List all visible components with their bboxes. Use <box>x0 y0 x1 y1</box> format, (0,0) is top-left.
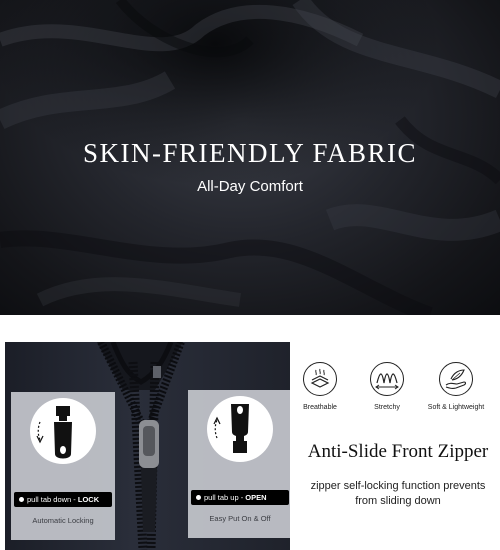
feature-soft-lightweight: Soft & Lightweight <box>421 362 491 411</box>
open-state-text: OPEN <box>245 493 267 502</box>
feature-label: Stretchy <box>374 404 400 411</box>
hero-subtitle: All-Day Comfort <box>197 178 303 195</box>
open-caption: Easy Put On & Off <box>209 514 271 523</box>
hero-title: SKIN-FRIENDLY FABRIC <box>82 138 418 168</box>
zipper-photo-panel: pull tab down - LOCK Automatic Locking p… <box>5 342 290 550</box>
feature-label: Soft & Lightweight <box>427 404 485 411</box>
zipper-tab-up-icon <box>213 404 249 453</box>
open-instruction-pill: pull tab up - OPEN <box>191 490 289 505</box>
lock-state-text: LOCK <box>77 495 100 504</box>
stretch-wave-icon <box>375 373 399 390</box>
zipper-tab-down-icon <box>36 406 72 459</box>
zipper-section-description: zipper self-locking function prevents fr… <box>300 479 496 509</box>
stretchy-icon-ring <box>370 362 404 396</box>
bullet-icon <box>196 495 201 500</box>
fabric-hero-banner: SKIN-FRIENDLY FABRIC All-Day Comfort <box>0 0 500 315</box>
breathable-icon-ring <box>303 362 337 396</box>
open-icon-circle <box>207 396 273 462</box>
open-action-text: pull tab up - <box>204 493 246 502</box>
lock-instruction-pill: pull tab down - LOCK <box>14 492 112 507</box>
soft-icon-ring <box>439 362 473 396</box>
feather-hand-icon <box>445 369 467 389</box>
description-line: zipper self-locking function prevents <box>310 480 486 492</box>
open-card: pull tab up - OPEN Easy Put On & Off <box>188 390 290 538</box>
zipper-section-title: Anti-Slide Front Zipper <box>307 441 489 462</box>
feature-label: Breathable <box>303 404 337 411</box>
bullet-icon <box>19 497 24 502</box>
lock-caption: Automatic Locking <box>32 516 94 525</box>
feature-stretchy: Stretchy <box>352 362 422 411</box>
lock-icon-circle <box>30 398 96 464</box>
description-line: from sliding down <box>355 495 441 507</box>
breathable-layers-icon <box>310 368 330 388</box>
lock-action-text: pull tab down - <box>27 495 78 504</box>
product-page: SKIN-FRIENDLY FABRIC All-Day Comfort pul… <box>0 0 500 550</box>
feature-breathable: Breathable <box>285 362 355 411</box>
lock-card: pull tab down - LOCK Automatic Locking <box>11 392 115 540</box>
